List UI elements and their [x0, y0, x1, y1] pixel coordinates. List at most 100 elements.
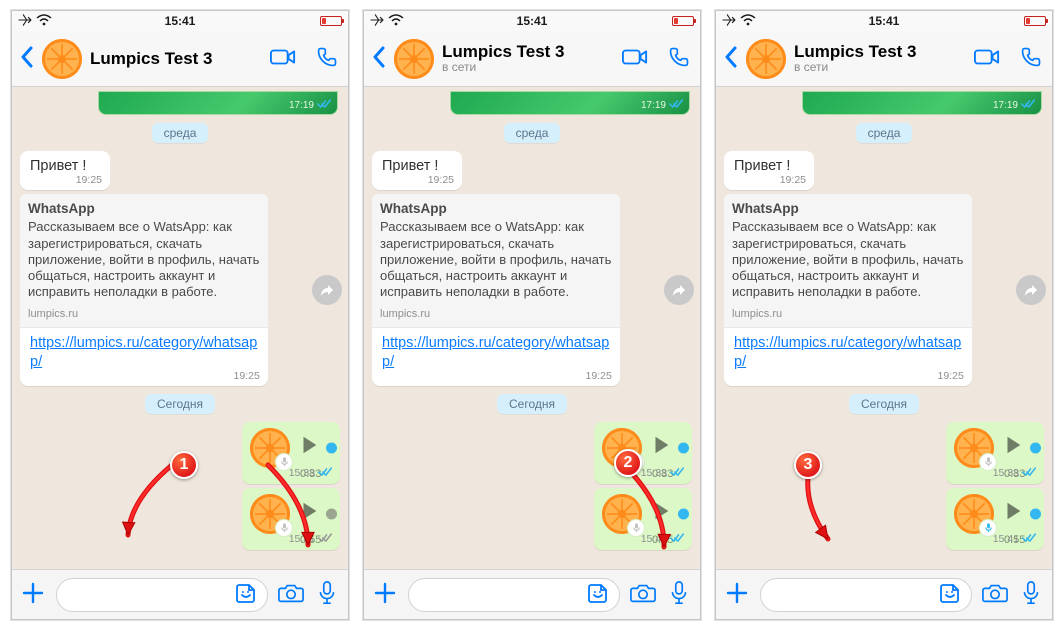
link-url[interactable]: https://lumpics.ru/category/whatsapp/ — [30, 335, 257, 370]
incoming-link-bubble[interactable]: WhatsApp Рассказываем все о WatsApp: как… — [20, 194, 268, 386]
message-time: 19:25 — [780, 174, 806, 188]
voice-scrubber[interactable] — [1030, 442, 1041, 453]
chat-body[interactable]: 17:19 среда Привет ! 19:25 WhatsApp Расс… — [364, 87, 700, 569]
contact-name: Lumpics Test 3 — [442, 42, 614, 62]
airplane-mode-icon — [722, 14, 736, 29]
voice-call-button[interactable] — [1018, 46, 1044, 71]
message-input[interactable] — [760, 578, 972, 612]
forward-button[interactable] — [1016, 275, 1046, 305]
outgoing-image-cropped[interactable]: 17:19 — [802, 91, 1042, 115]
link-url[interactable]: https://lumpics.ru/category/whatsapp/ — [382, 335, 609, 370]
back-button[interactable] — [372, 45, 386, 73]
play-button[interactable] — [298, 434, 320, 462]
ios-status-bar: 15:41 — [12, 11, 348, 31]
outgoing-voice-message[interactable]: 0:55 15:41 — [594, 488, 692, 550]
outgoing-voice-message[interactable]: 0:33 15:38 — [594, 422, 692, 484]
link-preview-domain: lumpics.ru — [380, 307, 612, 321]
voice-call-button[interactable] — [314, 46, 340, 71]
link-preview-title: WhatsApp — [732, 200, 964, 218]
voice-avatar — [602, 494, 642, 534]
message-text: Привет ! — [30, 158, 86, 174]
chat-body[interactable]: 17:19 среда Привет ! 19:25 WhatsApp Расс… — [12, 87, 348, 569]
voice-scrubber[interactable] — [1030, 508, 1041, 519]
play-button[interactable] — [650, 500, 672, 528]
message-time: 19:25 — [586, 370, 612, 384]
sticker-button[interactable] — [587, 582, 609, 607]
message-time: 15:38 — [993, 467, 1036, 482]
date-separator: Сегодня — [849, 394, 919, 414]
attach-button[interactable] — [20, 580, 46, 609]
contact-avatar[interactable] — [394, 39, 434, 79]
date-separator: Сегодня — [497, 394, 567, 414]
link-preview-card[interactable]: WhatsApp Рассказываем все о WatsApp: как… — [372, 194, 620, 328]
video-call-button[interactable] — [974, 46, 1000, 71]
contact-avatar[interactable] — [42, 39, 82, 79]
camera-button[interactable] — [982, 580, 1008, 609]
contact-title-block[interactable]: Lumpics Test 3 — [90, 49, 262, 69]
forward-button[interactable] — [664, 275, 694, 305]
contact-title-block[interactable]: Lumpics Test 3 в сети — [794, 42, 966, 75]
date-separator: среда — [152, 123, 209, 143]
link-preview-description: Рассказываем все о WatsApp: как зарегист… — [732, 219, 964, 300]
clock: 15:41 — [165, 14, 196, 28]
incoming-text-bubble[interactable]: Привет ! 19:25 — [724, 151, 814, 190]
message-input-bar — [12, 569, 348, 619]
outgoing-voice-message[interactable]: 0:55 15:41 — [946, 488, 1044, 550]
attach-button[interactable] — [372, 580, 398, 609]
video-call-button[interactable] — [270, 46, 296, 71]
voice-scrubber[interactable] — [678, 508, 689, 519]
outgoing-voice-message[interactable]: 0:33 15:38 — [242, 422, 340, 484]
back-button[interactable] — [724, 45, 738, 73]
date-separator: среда — [504, 123, 561, 143]
incoming-text-bubble[interactable]: Привет ! 19:25 — [20, 151, 110, 190]
voice-scrubber[interactable] — [678, 442, 689, 453]
camera-button[interactable] — [630, 580, 656, 609]
message-input[interactable] — [408, 578, 620, 612]
camera-button[interactable] — [278, 580, 304, 609]
play-button[interactable] — [1002, 434, 1024, 462]
incoming-link-bubble[interactable]: WhatsApp Рассказываем все о WatsApp: как… — [724, 194, 972, 386]
play-button[interactable] — [298, 500, 320, 528]
voice-scrubber[interactable] — [326, 508, 337, 519]
link-preview-description: Рассказываем все о WatsApp: как зарегист… — [28, 219, 260, 300]
back-button[interactable] — [20, 45, 34, 73]
outgoing-voice-message[interactable]: 0:55 15:41 — [242, 488, 340, 550]
contact-avatar[interactable] — [746, 39, 786, 79]
airplane-mode-icon — [370, 14, 384, 29]
message-time: 19:25 — [234, 370, 260, 384]
incoming-link-bubble[interactable]: WhatsApp Рассказываем все о WatsApp: как… — [372, 194, 620, 386]
outgoing-image-cropped[interactable]: 17:19 — [98, 91, 338, 115]
link-preview-card[interactable]: WhatsApp Рассказываем все о WatsApp: как… — [20, 194, 268, 328]
chat-header: Lumpics Test 3 в сети — [364, 31, 700, 87]
voice-avatar — [602, 428, 642, 468]
outgoing-voice-message[interactable]: 0:33 15:38 — [946, 422, 1044, 484]
voice-avatar — [954, 494, 994, 534]
wifi-icon — [740, 14, 756, 29]
chat-body[interactable]: 17:19 среда Привет ! 19:25 WhatsApp Расс… — [716, 87, 1052, 569]
sticker-button[interactable] — [939, 582, 961, 607]
voice-call-button[interactable] — [666, 46, 692, 71]
play-button[interactable] — [650, 434, 672, 462]
mic-record-button[interactable] — [1018, 580, 1044, 609]
attach-button[interactable] — [724, 580, 750, 609]
message-input[interactable] — [56, 578, 268, 612]
phone-pane: 15:41 Lumpics Test 3 в сети — [363, 10, 701, 620]
phone-pane: 15:41 Lumpics Test 3 — [11, 10, 349, 620]
message-time: 15:41 — [993, 533, 1036, 548]
video-call-button[interactable] — [622, 46, 648, 71]
message-time: 15:38 — [289, 467, 332, 482]
incoming-text-bubble[interactable]: Привет ! 19:25 — [372, 151, 462, 190]
sticker-button[interactable] — [235, 582, 257, 607]
contact-title-block[interactable]: Lumpics Test 3 в сети — [442, 42, 614, 75]
link-preview-card[interactable]: WhatsApp Рассказываем все о WatsApp: как… — [724, 194, 972, 328]
forward-button[interactable] — [312, 275, 342, 305]
mic-record-button[interactable] — [314, 580, 340, 609]
link-preview-domain: lumpics.ru — [732, 307, 964, 321]
link-preview-description: Рассказываем все о WatsApp: как зарегист… — [380, 219, 612, 300]
outgoing-image-cropped[interactable]: 17:19 — [450, 91, 690, 115]
mic-record-button[interactable] — [666, 580, 692, 609]
link-url[interactable]: https://lumpics.ru/category/whatsapp/ — [734, 335, 961, 370]
voice-scrubber[interactable] — [326, 442, 337, 453]
play-button[interactable] — [1002, 500, 1024, 528]
contact-name: Lumpics Test 3 — [90, 49, 262, 69]
